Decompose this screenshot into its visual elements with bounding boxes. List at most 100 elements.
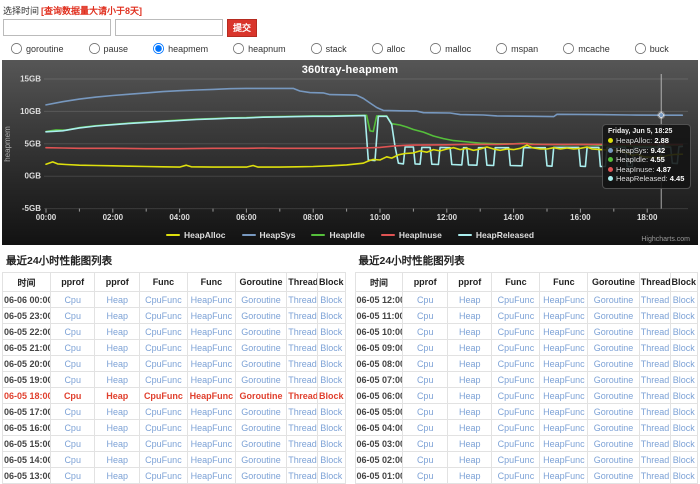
heapfunc-link[interactable]: HeapFunc — [543, 343, 585, 353]
radio-option-alloc[interactable]: alloc — [371, 42, 406, 55]
block-link[interactable]: Block — [320, 375, 342, 385]
block-link[interactable]: Block — [319, 391, 344, 401]
thread-link[interactable]: Thread — [288, 375, 317, 385]
cpufunc-link[interactable]: CpuFunc — [145, 471, 182, 481]
heap-link[interactable]: Heap — [459, 343, 481, 353]
heapfunc-link[interactable]: HeapFunc — [543, 327, 585, 337]
goroutine-link[interactable]: Goroutine — [594, 359, 634, 369]
cpu-link[interactable]: Cpu — [417, 407, 434, 417]
heapfunc-link[interactable]: HeapFunc — [191, 407, 233, 417]
legend-item-heapreleased[interactable]: HeapReleased — [458, 230, 534, 240]
heap-link[interactable]: Heap — [459, 375, 481, 385]
highcharts-credits[interactable]: Highcharts.com — [641, 236, 690, 243]
heap-link[interactable]: Heap — [106, 343, 128, 353]
goroutine-link[interactable]: Goroutine — [241, 439, 281, 449]
thread-link[interactable]: Thread — [641, 327, 670, 337]
heapfunc-link[interactable]: HeapFunc — [191, 295, 233, 305]
cpufunc-link[interactable]: CpuFunc — [498, 455, 535, 465]
block-link[interactable]: Block — [320, 295, 342, 305]
cpufunc-link[interactable]: CpuFunc — [498, 423, 535, 433]
cpu-link[interactable]: Cpu — [64, 295, 81, 305]
block-link[interactable]: Block — [673, 359, 695, 369]
heapfunc-link[interactable]: HeapFunc — [543, 375, 585, 385]
thread-link[interactable]: Thread — [641, 471, 670, 481]
goroutine-link[interactable]: Goroutine — [594, 455, 634, 465]
goroutine-link[interactable]: Goroutine — [594, 327, 634, 337]
legend-item-heapalloc[interactable]: HeapAlloc — [166, 230, 226, 240]
heap-link[interactable]: Heap — [106, 311, 128, 321]
radio-input-goroutine[interactable] — [11, 43, 22, 54]
radio-option-pause[interactable]: pause — [88, 42, 129, 55]
cpu-link[interactable]: Cpu — [64, 375, 81, 385]
block-link[interactable]: Block — [320, 327, 342, 337]
thread-link[interactable]: Thread — [288, 295, 317, 305]
thread-link[interactable]: Thread — [288, 439, 317, 449]
goroutine-link[interactable]: Goroutine — [594, 375, 634, 385]
cpu-link[interactable]: Cpu — [64, 423, 81, 433]
heapfunc-link[interactable]: HeapFunc — [543, 471, 585, 481]
goroutine-link[interactable]: Goroutine — [241, 327, 281, 337]
thread-link[interactable]: Thread — [641, 391, 670, 401]
cpu-link[interactable]: Cpu — [64, 327, 81, 337]
radio-input-alloc[interactable] — [372, 43, 383, 54]
heap-link[interactable]: Heap — [106, 423, 128, 433]
cpufunc-link[interactable]: CpuFunc — [145, 407, 182, 417]
heap-link[interactable]: Heap — [459, 407, 481, 417]
goroutine-link[interactable]: Goroutine — [241, 455, 281, 465]
cpu-link[interactable]: Cpu — [417, 311, 434, 321]
thread-link[interactable]: Thread — [288, 327, 317, 337]
heap-link[interactable]: Heap — [459, 423, 481, 433]
thread-link[interactable]: Thread — [288, 407, 317, 417]
block-link[interactable]: Block — [320, 407, 342, 417]
cpu-link[interactable]: Cpu — [64, 439, 81, 449]
heapfunc-link[interactable]: HeapFunc — [191, 439, 233, 449]
heap-link[interactable]: Heap — [459, 471, 481, 481]
block-link[interactable]: Block — [320, 471, 342, 481]
cpu-link[interactable]: Cpu — [64, 407, 81, 417]
goroutine-link[interactable]: Goroutine — [594, 471, 634, 481]
heapfunc-link[interactable]: HeapFunc — [191, 375, 233, 385]
block-link[interactable]: Block — [673, 423, 695, 433]
cpu-link[interactable]: Cpu — [64, 359, 81, 369]
cpu-link[interactable]: Cpu — [417, 423, 434, 433]
heapfunc-link[interactable]: HeapFunc — [191, 343, 233, 353]
goroutine-link[interactable]: Goroutine — [594, 343, 634, 353]
heap-link[interactable]: Heap — [459, 455, 481, 465]
cpufunc-link[interactable]: CpuFunc — [145, 327, 182, 337]
heapfunc-link[interactable]: HeapFunc — [543, 455, 585, 465]
radio-input-pause[interactable] — [89, 43, 100, 54]
goroutine-link[interactable]: Goroutine — [241, 311, 281, 321]
radio-option-stack[interactable]: stack — [310, 42, 347, 55]
block-link[interactable]: Block — [320, 439, 342, 449]
goroutine-link[interactable]: Goroutine — [241, 375, 281, 385]
cpu-link[interactable]: Cpu — [64, 391, 82, 401]
heap-link[interactable]: Heap — [106, 407, 128, 417]
cpufunc-link[interactable]: CpuFunc — [145, 455, 182, 465]
goroutine-link[interactable]: Goroutine — [594, 407, 634, 417]
cpu-link[interactable]: Cpu — [417, 471, 434, 481]
cpu-link[interactable]: Cpu — [417, 327, 434, 337]
heap-link[interactable]: Heap — [106, 391, 128, 401]
goroutine-link[interactable]: Goroutine — [594, 439, 634, 449]
thread-link[interactable]: Thread — [288, 423, 317, 433]
thread-link[interactable]: Thread — [641, 455, 670, 465]
heap-link[interactable]: Heap — [106, 295, 128, 305]
thread-link[interactable]: Thread — [288, 359, 317, 369]
cpufunc-link[interactable]: CpuFunc — [144, 391, 183, 401]
thread-link[interactable]: Thread — [288, 391, 317, 401]
block-link[interactable]: Block — [673, 471, 695, 481]
goroutine-link[interactable]: Goroutine — [594, 391, 634, 401]
heapfunc-link[interactable]: HeapFunc — [543, 423, 585, 433]
cpufunc-link[interactable]: CpuFunc — [498, 343, 535, 353]
cpu-link[interactable]: Cpu — [417, 295, 434, 305]
cpu-link[interactable]: Cpu — [64, 455, 81, 465]
radio-option-heapnum[interactable]: heapnum — [232, 42, 286, 55]
heap-link[interactable]: Heap — [459, 295, 481, 305]
heap-link[interactable]: Heap — [459, 439, 481, 449]
cpufunc-link[interactable]: CpuFunc — [498, 327, 535, 337]
thread-link[interactable]: Thread — [641, 407, 670, 417]
cpu-link[interactable]: Cpu — [64, 311, 81, 321]
heapfunc-link[interactable]: HeapFunc — [191, 311, 233, 321]
heap-link[interactable]: Heap — [106, 327, 128, 337]
goroutine-link[interactable]: Goroutine — [594, 423, 634, 433]
